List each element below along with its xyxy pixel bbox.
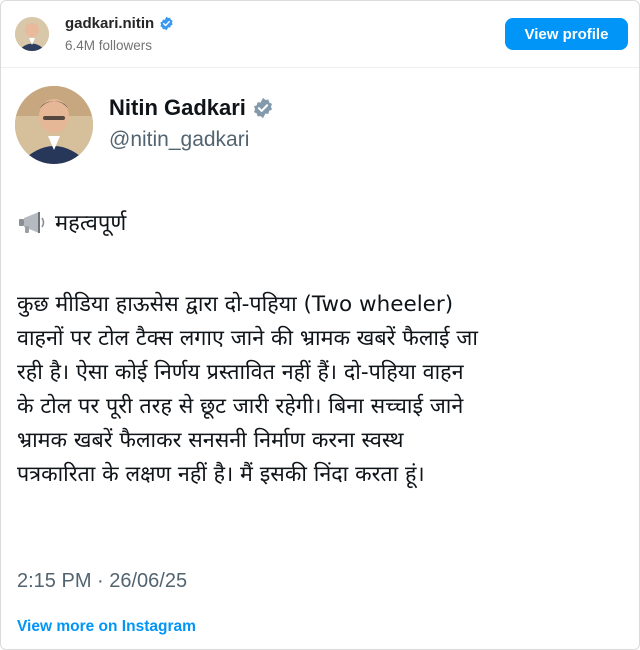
view-more-link[interactable]: View more on Instagram xyxy=(17,618,196,636)
tweet-author-name: Nitin Gadkari xyxy=(109,95,246,120)
megaphone-icon xyxy=(19,212,45,233)
verified-badge-icon xyxy=(253,97,272,119)
tweet-body-line: के टोल पर पूरी तरह से छूट जारी रहेगी। बि… xyxy=(17,394,464,419)
instagram-followers: 6.4M followers xyxy=(65,38,153,53)
tweet-avatar xyxy=(15,86,93,164)
tweet-avatar-image xyxy=(15,86,93,164)
tweet-body-line: रही है। ऐसा कोई निर्णय प्रस्तावित नहीं ह… xyxy=(17,360,464,385)
tweet-body: कुछ मीडिया हाऊसेस द्वारा दो-पहिया (Two w… xyxy=(17,288,617,492)
tweet-author-handle: @nitin_gadkari xyxy=(109,128,250,151)
tweet-body-line: भ्रामक खबरें फैलाकर सनसनी निर्माण करना स… xyxy=(17,428,404,453)
heading-text: महत्वपूर्ण xyxy=(55,211,127,236)
instagram-avatar[interactable] xyxy=(15,17,49,51)
tweet-body-line: पत्रकारिता के लक्षण नहीं है। मैं इसकी नि… xyxy=(17,462,425,487)
tweet-heading: महत्वपूर्ण xyxy=(17,207,126,237)
tweet-body-line: कुछ मीडिया हाऊसेस द्वारा दो-पहिया (Two w… xyxy=(17,292,454,317)
embed-header: gadkari.nitin 6.4M followers View profil… xyxy=(1,1,639,68)
tweet-author-row: Nitin Gadkari xyxy=(109,95,274,121)
avatar-image xyxy=(15,17,49,51)
view-profile-button[interactable]: View profile xyxy=(505,18,628,50)
tweet-timestamp: 2:15 PM · 26/06/25 xyxy=(17,570,188,592)
tweet-body-line: वाहनों पर टोल टैक्स लगाए जाने की भ्रामक … xyxy=(17,326,478,351)
instagram-name-row: gadkari.nitin xyxy=(65,15,174,32)
instagram-username[interactable]: gadkari.nitin xyxy=(65,15,154,32)
instagram-embed: gadkari.nitin 6.4M followers View profil… xyxy=(0,0,640,650)
verified-badge-icon xyxy=(160,16,173,31)
